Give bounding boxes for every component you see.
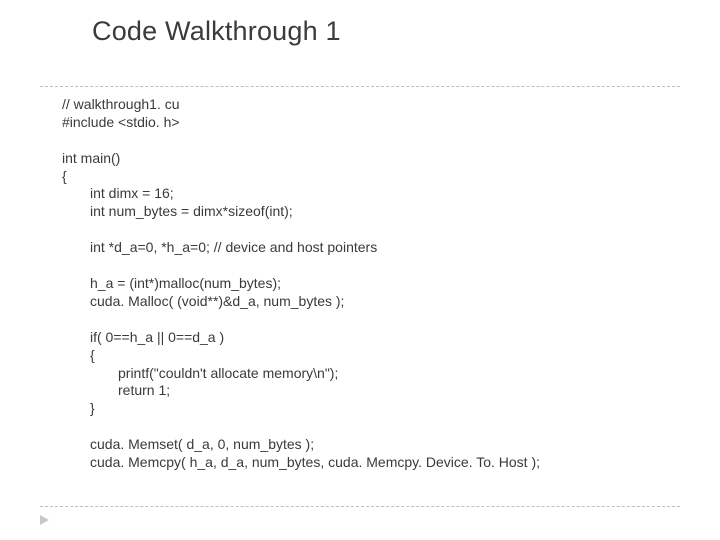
code-line: cuda. Malloc( (void**)&d_a, num_bytes ); [90, 293, 344, 309]
code-line: // walkthrough1. cu [62, 96, 180, 112]
bullet-icon [40, 515, 49, 525]
code-line: #include <stdio. h> [62, 114, 180, 130]
code-line: int *d_a=0, *h_a=0; // device and host p… [90, 239, 377, 255]
code-line: h_a = (int*)malloc(num_bytes); [90, 275, 281, 291]
code-line: } [90, 400, 95, 416]
code-block: // walkthrough1. cu #include <stdio. h> … [62, 78, 540, 472]
code-line: printf("couldn't allocate memory\n"); [118, 365, 338, 381]
code-line: cuda. Memcpy( h_a, d_a, num_bytes, cuda.… [90, 454, 540, 470]
divider-bottom [40, 506, 680, 507]
code-line: int main() [62, 150, 120, 166]
page-title: Code Walkthrough 1 [92, 16, 341, 47]
code-line: return 1; [118, 382, 170, 398]
code-line: cuda. Memset( d_a, 0, num_bytes ); [90, 436, 314, 452]
code-line: { [62, 168, 67, 184]
code-line: if( 0==h_a || 0==d_a ) [90, 329, 224, 345]
code-line: int num_bytes = dimx*sizeof(int); [90, 203, 293, 219]
slide: Code Walkthrough 1 // walkthrough1. cu #… [0, 0, 720, 540]
code-line: { [90, 347, 95, 363]
code-line: int dimx = 16; [90, 185, 174, 201]
